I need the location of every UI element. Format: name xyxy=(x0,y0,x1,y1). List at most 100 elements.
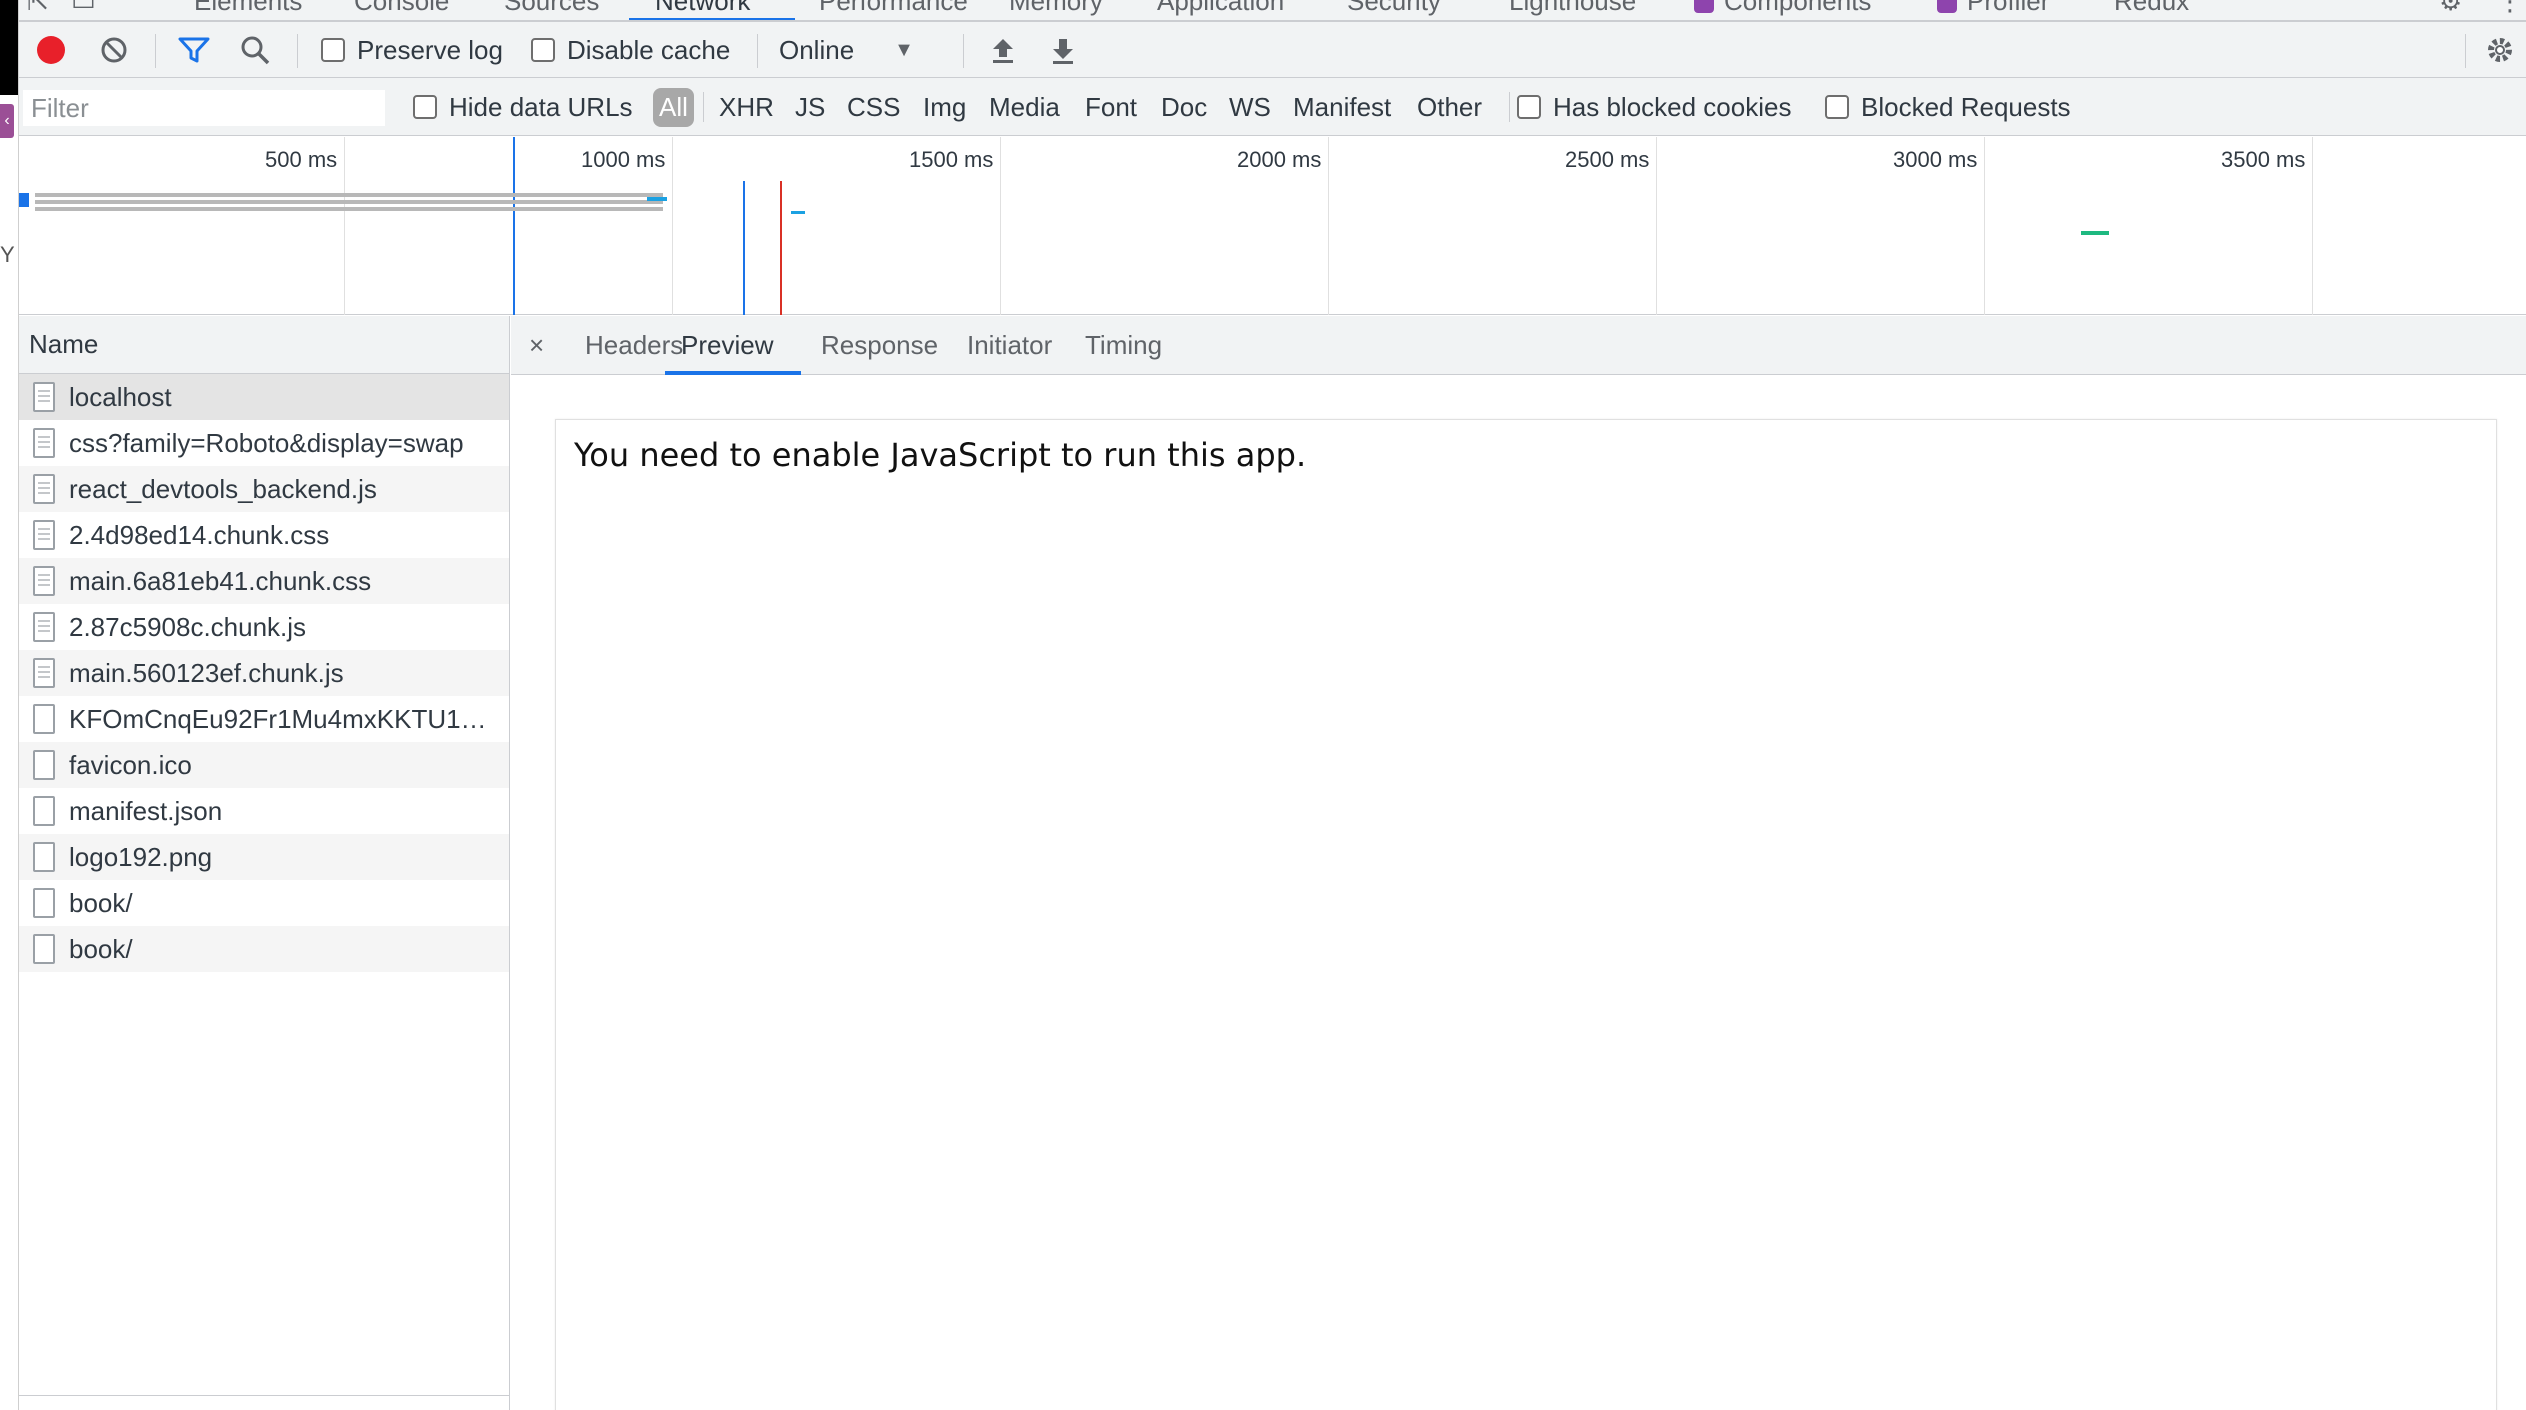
more-options-icon[interactable]: ⋮ xyxy=(2497,0,2523,17)
devtools-window: ⇱ ▭ Elements Console Sources Network Per… xyxy=(18,0,2526,1410)
tab-preview-underline xyxy=(665,371,801,375)
preserve-log-checkbox[interactable]: Preserve log xyxy=(321,22,503,78)
toolbar-divider xyxy=(155,34,156,68)
document-icon xyxy=(33,474,55,504)
tab-preview[interactable]: Preview xyxy=(681,316,773,374)
type-filter-img[interactable]: Img xyxy=(923,78,966,136)
tab-application[interactable]: Application xyxy=(1157,0,1284,17)
has-blocked-cookies-checkbox[interactable]: Has blocked cookies xyxy=(1517,78,1791,136)
device-toolbar-icon[interactable]: ▭ xyxy=(71,0,96,17)
table-row[interactable]: css?family=Roboto&display=swap xyxy=(19,420,509,466)
tab-initiator[interactable]: Initiator xyxy=(967,316,1052,374)
upload-icon xyxy=(993,39,1013,63)
tab-response[interactable]: Response xyxy=(821,316,938,374)
collapse-arrow-icon[interactable]: ‹ xyxy=(0,104,14,138)
type-filter-js[interactable]: JS xyxy=(795,78,825,136)
table-row[interactable]: localhost xyxy=(19,374,509,420)
blocked-requests-checkbox[interactable]: Blocked Requests xyxy=(1825,78,2071,136)
overview-tick-label: 500 ms xyxy=(265,147,338,172)
load-event-line xyxy=(780,181,782,315)
tab-memory[interactable]: Memory xyxy=(1009,0,1103,17)
toolbar-divider xyxy=(2465,34,2466,68)
table-row[interactable]: KFOmCnqEu92Fr1Mu4mxKKTU1… xyxy=(19,696,509,742)
tab-sources[interactable]: Sources xyxy=(504,0,599,17)
record-button[interactable] xyxy=(37,22,65,78)
filter-toggle-button[interactable] xyxy=(177,22,211,78)
overview-tick-label: 1000 ms xyxy=(581,147,666,172)
table-row[interactable]: 2.4d98ed14.chunk.css xyxy=(19,512,509,558)
table-row[interactable]: 2.87c5908c.chunk.js xyxy=(19,604,509,650)
selection-marker xyxy=(513,137,515,315)
tab-timing[interactable]: Timing xyxy=(1085,316,1162,374)
file-icon xyxy=(33,750,55,780)
document-icon xyxy=(33,658,55,688)
type-filter-xhr[interactable]: XHR xyxy=(719,78,774,136)
import-har-button[interactable] xyxy=(989,22,1017,78)
type-filter-css[interactable]: CSS xyxy=(847,78,900,136)
network-overview[interactable]: 500 ms 1000 ms 1500 ms 2000 ms 2500 ms 3… xyxy=(19,137,2526,315)
overview-gridline xyxy=(1656,137,1657,315)
close-icon[interactable]: × xyxy=(529,316,544,374)
toolbar-divider xyxy=(963,34,964,68)
table-row[interactable]: main.6a81eb41.chunk.css xyxy=(19,558,509,604)
tab-performance[interactable]: Performance xyxy=(819,0,968,17)
table-row[interactable]: main.560123ef.chunk.js xyxy=(19,650,509,696)
network-settings-button[interactable] xyxy=(2483,22,2517,78)
hide-data-urls-checkbox[interactable]: Hide data URLs xyxy=(413,78,633,136)
type-filter-all[interactable]: All xyxy=(653,78,694,136)
overview-gridline xyxy=(2312,137,2313,315)
tab-elements[interactable]: Elements xyxy=(194,0,302,17)
request-name: book/ xyxy=(69,887,133,918)
blocked-requests-label: Blocked Requests xyxy=(1861,91,2071,122)
throttling-select[interactable]: Online ▼ xyxy=(779,22,914,78)
gear-icon xyxy=(2488,38,2512,62)
export-har-button[interactable] xyxy=(1049,22,1077,78)
tab-components-label: Components xyxy=(1724,0,1872,16)
tab-profiler-label: Profiler xyxy=(1967,0,2050,16)
name-column-header[interactable]: Name xyxy=(19,316,509,374)
tab-security[interactable]: Security xyxy=(1347,0,1441,17)
tab-console[interactable]: Console xyxy=(354,0,449,17)
overview-tick-label: 2500 ms xyxy=(1565,147,1650,172)
type-filter-doc[interactable]: Doc xyxy=(1161,78,1207,136)
table-row[interactable]: manifest.json xyxy=(19,788,509,834)
inspect-icon[interactable]: ⇱ xyxy=(27,0,49,17)
filter-input[interactable] xyxy=(23,90,385,126)
request-name: main.6a81eb41.chunk.css xyxy=(69,565,372,596)
clear-button[interactable] xyxy=(99,22,129,78)
filter-divider xyxy=(703,92,704,122)
overview-request-bar xyxy=(791,211,805,214)
type-filter-media[interactable]: Media xyxy=(989,78,1060,136)
host-page-edge xyxy=(0,0,18,95)
disable-cache-checkbox[interactable]: Disable cache xyxy=(531,22,730,78)
table-row[interactable]: logo192.png xyxy=(19,834,509,880)
tab-redux[interactable]: Redux xyxy=(2114,0,2189,17)
type-filter-manifest[interactable]: Manifest xyxy=(1293,78,1391,136)
preview-text: You need to enable JavaScript to run thi… xyxy=(574,436,1307,474)
file-icon xyxy=(33,934,55,964)
table-row[interactable]: book/ xyxy=(19,880,509,926)
request-details-panel: × Headers Preview Response Initiator Tim… xyxy=(511,316,2526,1410)
request-name: react_devtools_backend.js xyxy=(69,473,377,504)
tab-profiler[interactable]: Profiler xyxy=(1937,0,2049,17)
tab-components[interactable]: Components xyxy=(1694,0,1871,17)
panel-tab-bar: ⇱ ▭ Elements Console Sources Network Per… xyxy=(19,0,2526,22)
checkbox-box xyxy=(1825,95,1849,119)
table-row[interactable]: react_devtools_backend.js xyxy=(19,466,509,512)
request-list: Name localhost css?family=Roboto&display… xyxy=(19,316,510,1410)
file-icon xyxy=(33,704,55,734)
overview-request-bar xyxy=(19,193,29,207)
table-row[interactable]: book/ xyxy=(19,926,509,972)
table-row[interactable]: favicon.ico xyxy=(19,742,509,788)
type-filter-font[interactable]: Font xyxy=(1085,78,1137,136)
tab-network[interactable]: Network xyxy=(655,0,750,17)
type-filter-ws[interactable]: WS xyxy=(1229,78,1271,136)
settings-icon[interactable]: ⚙ xyxy=(2439,0,2462,17)
type-filter-other[interactable]: Other xyxy=(1417,78,1482,136)
search-button[interactable] xyxy=(239,22,271,78)
document-icon xyxy=(33,428,55,458)
tab-lighthouse[interactable]: Lighthouse xyxy=(1509,0,1636,17)
document-icon xyxy=(33,566,55,596)
tab-headers[interactable]: Headers xyxy=(585,316,683,374)
overview-gridline xyxy=(1984,137,1985,315)
